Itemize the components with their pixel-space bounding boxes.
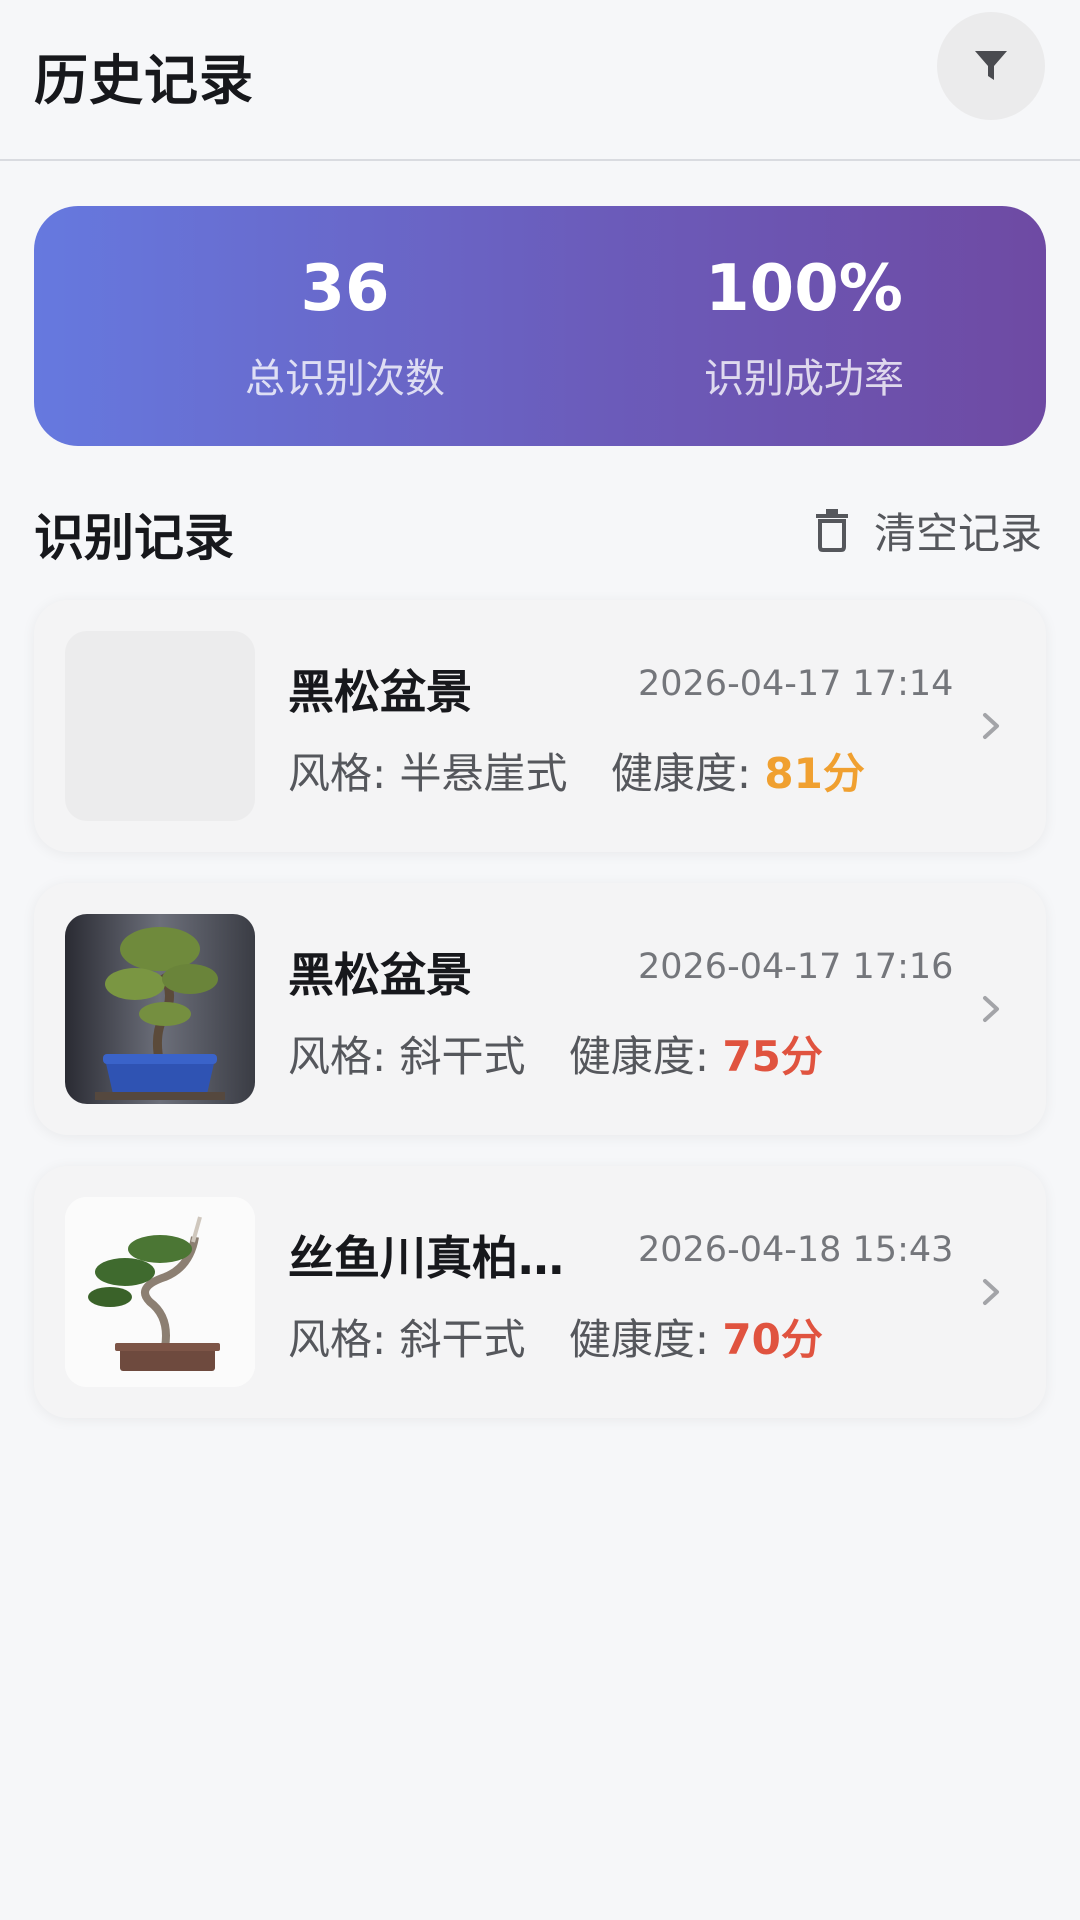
record-thumbnail: [65, 631, 255, 821]
success-rate-value: 100%: [705, 252, 903, 326]
filter-button[interactable]: [937, 12, 1045, 120]
record-meta: 风格: 斜干式 健康度: 70分: [288, 1306, 823, 1367]
record-meta: 风格: 半悬崖式 健康度: 81分: [288, 740, 865, 801]
page-title: 历史记录: [34, 49, 254, 112]
record-time: 2026-04-17 17:14: [638, 664, 954, 704]
style-value: 半悬崖式: [399, 749, 568, 798]
chevron-right-icon: [983, 1279, 999, 1305]
section-title: 识别记录: [34, 509, 234, 567]
health-label: 健康度:: [568, 1315, 710, 1364]
trash-icon: [816, 509, 848, 552]
success-rate-label: 识别成功率: [704, 356, 904, 402]
top-bar: 历史记录: [0, 0, 1080, 161]
health-label: 健康度:: [610, 749, 752, 798]
bonsai-photo: [65, 1197, 255, 1387]
clear-records-button[interactable]: 清空记录: [812, 500, 1042, 560]
health-score: 75分: [722, 1032, 823, 1081]
health-label: 健康度:: [568, 1032, 710, 1081]
record-card[interactable]: 黑松盆景 2026-04-17 17:14 风格: 半悬崖式 健康度: 81分: [34, 600, 1046, 852]
bonsai-photo: [65, 914, 255, 1104]
chevron-right-icon: [983, 713, 999, 739]
success-rate-stat: 100% 识别成功率: [654, 206, 954, 446]
record-name: 丝鱼川真柏…: [288, 1231, 564, 1285]
style-label: 风格:: [288, 749, 387, 798]
style-label: 风格:: [288, 1315, 387, 1364]
record-thumbnail: [65, 914, 255, 1104]
record-name: 黑松盆景: [288, 665, 472, 719]
style-value: 斜干式: [399, 1032, 526, 1081]
style-value: 斜干式: [399, 1315, 526, 1364]
record-meta: 风格: 斜干式 健康度: 75分: [288, 1023, 823, 1084]
record-name: 黑松盆景: [288, 948, 472, 1002]
record-card[interactable]: 黑松盆景 2026-04-17 17:16 风格: 斜干式 健康度: 75分: [34, 883, 1046, 1135]
style-label: 风格:: [288, 1032, 387, 1081]
record-time: 2026-04-17 17:16: [638, 947, 954, 987]
total-count-stat: 36 总识别次数: [195, 206, 495, 446]
record-card[interactable]: 丝鱼川真柏… 2026-04-18 15:43 风格: 斜干式 健康度: 70分: [34, 1166, 1046, 1418]
stats-card: 36 总识别次数 100% 识别成功率: [34, 206, 1046, 446]
record-time: 2026-04-18 15:43: [638, 1230, 954, 1270]
health-score: 81分: [764, 749, 865, 798]
clear-records-label: 清空记录: [874, 508, 1043, 558]
filter-icon: [975, 51, 1007, 80]
record-thumbnail: [65, 1197, 255, 1387]
total-count-label: 总识别次数: [245, 356, 445, 402]
total-count-value: 36: [300, 252, 390, 326]
health-score: 70分: [722, 1315, 823, 1364]
chevron-right-icon: [983, 996, 999, 1022]
